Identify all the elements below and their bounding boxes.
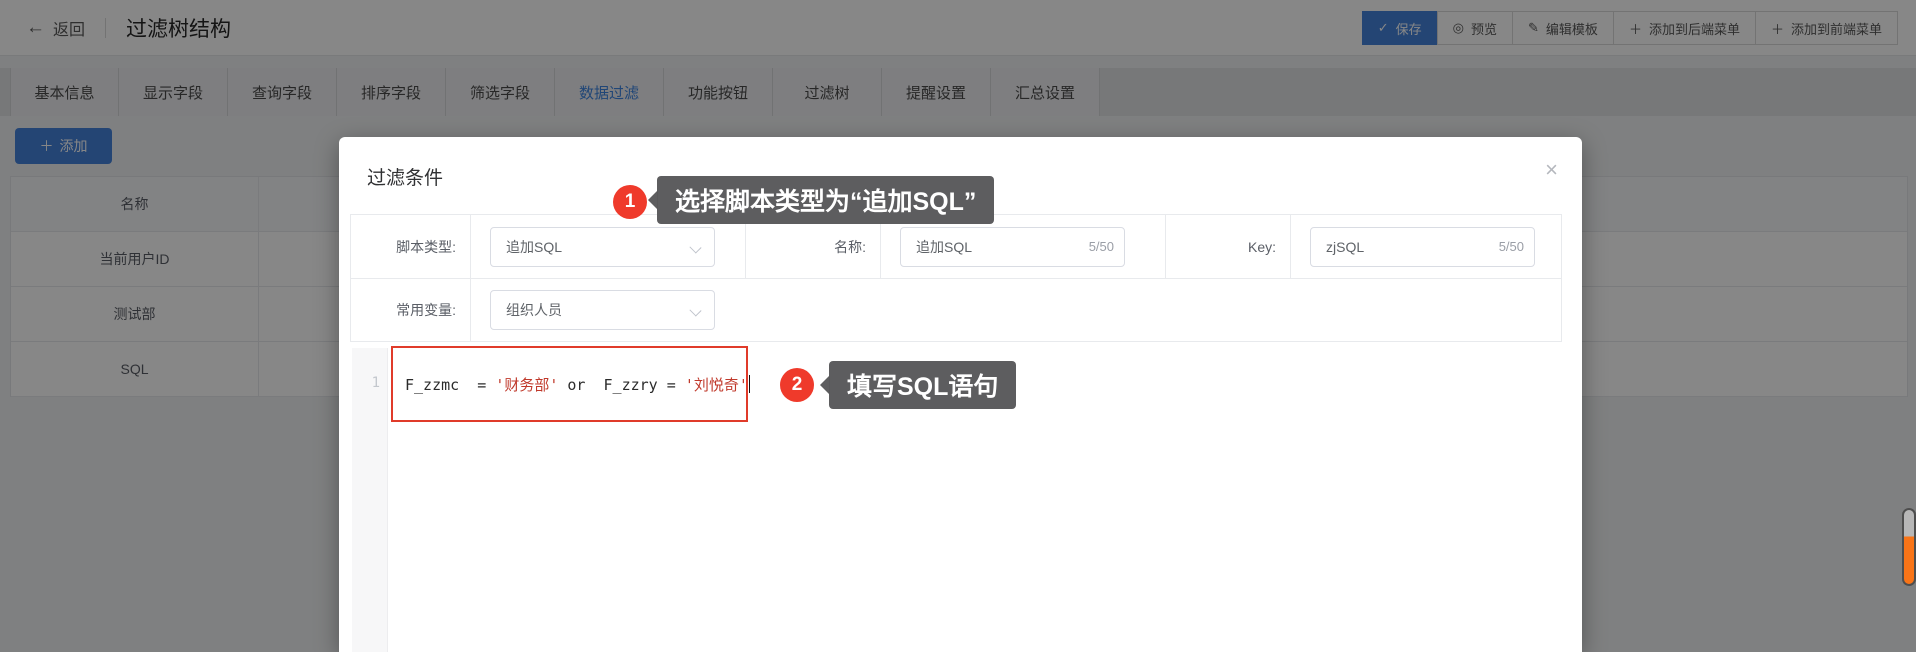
form-row-1: 脚本类型: 追加SQL 名称: 追加SQL 5/50 Key: zjSQL 5/…	[351, 215, 1561, 278]
step-2-text: 填写SQL语句	[847, 373, 999, 401]
sql-plain-segment: or	[558, 376, 604, 394]
step-2-badge: 2	[780, 368, 814, 402]
common-var-label: 常用变量:	[351, 279, 471, 341]
filter-form: 脚本类型: 追加SQL 名称: 追加SQL 5/50 Key: zjSQL 5/…	[350, 214, 1562, 342]
close-icon[interactable]: ×	[1545, 159, 1558, 181]
form-row-2: 常用变量: 组织人员	[351, 278, 1561, 341]
step-1-badge: 1	[613, 185, 647, 219]
line-number: 1	[371, 375, 380, 391]
key-counter: 5/50	[1498, 239, 1524, 254]
sql-string-segment: '刘悦奇'	[684, 376, 748, 394]
name-counter: 5/50	[1088, 239, 1114, 254]
sql-plain-segment: F_zzmc =	[405, 376, 496, 394]
screen: ← 返回 过滤树结构 ✓ 保存 ◎ 预览 ✎ 编辑模板＋添加到后端菜单＋添加到前端菜单 基…	[0, 0, 1916, 652]
tooltip-arrow-icon	[648, 190, 658, 210]
sql-plain-segment: F_zzry =	[603, 376, 685, 394]
scroll-indicator[interactable]	[1902, 508, 1916, 586]
common-var-select[interactable]: 组织人员	[490, 290, 715, 330]
name-label: 名称:	[746, 215, 881, 278]
common-var-cell: 组织人员	[471, 279, 1561, 341]
common-var-value: 组织人员	[506, 302, 562, 318]
script-type-label: 脚本类型:	[351, 215, 471, 278]
script-type-cell: 追加SQL	[471, 215, 746, 278]
sql-highlight-box: F_zzmc = '财务部' or F_zzry = '刘悦奇'	[391, 346, 751, 422]
tooltip-arrow-icon	[820, 375, 830, 395]
sql-string-segment: '财务部'	[495, 376, 559, 394]
key-input[interactable]: zjSQL 5/50	[1310, 226, 1535, 267]
key-label: Key:	[1166, 215, 1291, 278]
name-value: 追加SQL	[916, 238, 973, 255]
script-type-value: 追加SQL	[506, 238, 563, 255]
editor-gutter: 1	[352, 348, 388, 652]
step-1-text: 选择脚本类型为“追加SQL”	[675, 188, 977, 216]
text-cursor	[748, 375, 751, 393]
key-cell: zjSQL 5/50	[1291, 215, 1561, 278]
sql-code-line[interactable]: F_zzmc = '财务部' or F_zzry = '刘悦奇'	[405, 374, 751, 395]
name-cell: 追加SQL 5/50	[881, 215, 1166, 278]
script-type-select[interactable]: 追加SQL	[490, 226, 715, 267]
step-2-tooltip: 填写SQL语句	[820, 361, 1017, 409]
step-1-tooltip: 选择脚本类型为“追加SQL”	[648, 176, 995, 224]
dialog-title: 过滤条件	[367, 168, 444, 189]
name-input[interactable]: 追加SQL 5/50	[900, 226, 1125, 267]
key-value: zjSQL	[1326, 238, 1365, 255]
